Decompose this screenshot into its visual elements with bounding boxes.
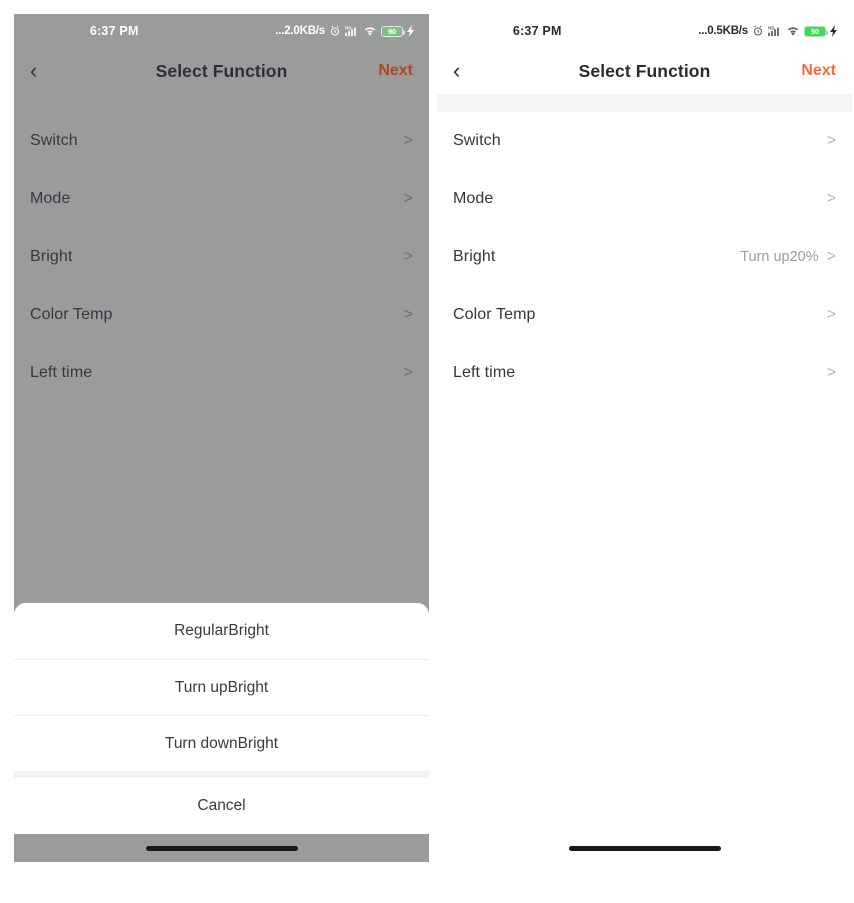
screenshot-stage: 6:37 PM ...2.0KB/s HD 90 ‹ Select Functi…: [0, 0, 854, 903]
list-item-label: Left time: [453, 364, 516, 381]
action-sheet: RegularBright Turn upBright Turn downBri…: [14, 603, 429, 834]
list-item[interactable]: Left time >: [437, 344, 852, 402]
chevron-right-icon: >: [403, 132, 413, 149]
page-title: Select Function: [155, 60, 288, 81]
action-sheet-divider: [14, 771, 429, 778]
svg-text:HD: HD: [768, 25, 775, 30]
list-item[interactable]: Mode >: [437, 170, 852, 228]
phone-panel-left: 6:37 PM ...2.0KB/s HD 90 ‹ Select Functi…: [14, 14, 429, 862]
wifi-icon: [786, 25, 800, 37]
list-item-value: Turn up20%: [740, 249, 819, 265]
list-item[interactable]: Color Temp >: [437, 286, 852, 344]
home-indicator[interactable]: [145, 845, 298, 851]
screen-right: 6:37 PM ...0.5KB/s HD 90 ‹ Select Functi…: [437, 14, 852, 862]
phone-panel-right: 6:37 PM ...0.5KB/s HD 90 ‹ Select Functi…: [437, 14, 852, 862]
status-bar-right: 6:37 PM ...0.5KB/s HD 90: [437, 14, 852, 48]
list-item[interactable]: Color Temp >: [14, 286, 429, 344]
chevron-right-icon: >: [403, 364, 413, 381]
list-item[interactable]: Switch >: [14, 112, 429, 170]
list-item[interactable]: Left time >: [14, 344, 429, 402]
charging-bolt-icon: [830, 25, 838, 37]
svg-text:HD: HD: [345, 25, 352, 30]
cancel-button[interactable]: Cancel: [14, 778, 429, 834]
screen-left: 6:37 PM ...2.0KB/s HD 90 ‹ Select Functi…: [14, 14, 429, 862]
list-item-label: Switch: [453, 132, 501, 149]
network-speed-label: ...0.5KB/s: [698, 25, 748, 37]
chevron-right-icon: >: [826, 306, 836, 323]
battery-level-label: 90: [388, 26, 396, 36]
chevron-right-icon: >: [403, 306, 413, 323]
battery-level-label: 90: [811, 26, 819, 36]
list-item[interactable]: Switch >: [437, 112, 852, 170]
alarm-clock-icon: [329, 25, 341, 37]
section-spacer: [437, 94, 852, 112]
hd-signal-bars-icon: HD: [345, 25, 359, 37]
list-item-label: Left time: [30, 364, 93, 381]
next-button[interactable]: Next: [378, 62, 413, 80]
function-list-right: Switch > Mode > Bright Turn up20% > Colo…: [437, 112, 852, 834]
chevron-right-icon: >: [826, 132, 836, 149]
status-time: 6:37 PM: [89, 24, 139, 38]
home-indicator-area-right: [437, 834, 852, 862]
chevron-right-icon: >: [826, 248, 836, 265]
list-item-label: Mode: [453, 190, 494, 207]
hd-signal-bars-icon: HD: [768, 25, 782, 37]
alarm-clock-icon: [752, 25, 764, 37]
action-sheet-option[interactable]: Turn downBright: [14, 715, 429, 771]
list-item[interactable]: Mode >: [14, 170, 429, 228]
chevron-right-icon: >: [826, 364, 836, 381]
action-sheet-option[interactable]: Turn upBright: [14, 659, 429, 715]
list-item-label: Mode: [30, 190, 71, 207]
status-icons-group: ...0.5KB/s HD 90: [698, 25, 838, 37]
list-item[interactable]: Bright Turn up20% >: [437, 228, 852, 286]
nav-bar-left: ‹ Select Function Next: [14, 48, 429, 94]
battery-icon: 90: [381, 25, 405, 37]
charging-bolt-icon: [407, 25, 415, 37]
action-sheet-option[interactable]: RegularBright: [14, 603, 429, 659]
status-bar-left: 6:37 PM ...2.0KB/s HD 90: [14, 14, 429, 48]
list-item-label: Color Temp: [453, 306, 536, 323]
nav-bar-right: ‹ Select Function Next: [437, 48, 852, 94]
list-item-label: Bright: [30, 248, 73, 265]
section-spacer: [14, 94, 429, 112]
chevron-right-icon: >: [403, 248, 413, 265]
home-indicator-area-left: [14, 834, 429, 862]
chevron-right-icon: >: [826, 190, 836, 207]
list-item-label: Bright: [453, 248, 496, 265]
chevron-right-icon: >: [403, 190, 413, 207]
home-indicator[interactable]: [568, 845, 721, 851]
list-item-label: Color Temp: [30, 306, 113, 323]
next-button[interactable]: Next: [801, 62, 836, 80]
status-icons-group: ...2.0KB/s HD 90: [275, 25, 415, 37]
network-speed-label: ...2.0KB/s: [275, 25, 325, 37]
battery-icon: 90: [804, 25, 828, 37]
status-time: 6:37 PM: [512, 24, 562, 38]
list-item[interactable]: Bright >: [14, 228, 429, 286]
list-item-label: Switch: [30, 132, 78, 149]
page-title: Select Function: [578, 60, 711, 81]
wifi-icon: [363, 25, 377, 37]
